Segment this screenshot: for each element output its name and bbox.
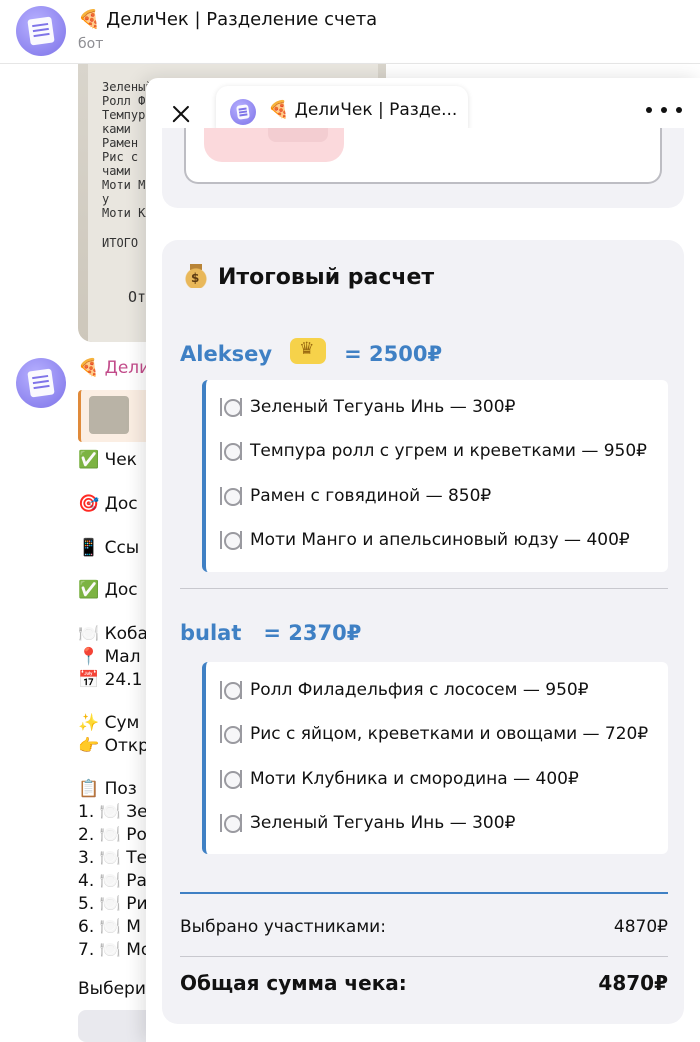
message-line: ✅ Дос <box>78 580 138 600</box>
mini-app-title: 🍕 ДелиЧек | Разде... <box>268 100 458 120</box>
plate-icon <box>220 768 242 790</box>
receipt-icon <box>27 368 55 398</box>
totals-divider <box>180 892 668 894</box>
plate-icon <box>220 723 242 745</box>
bot-avatar <box>230 99 256 125</box>
selected-total-row: Выбрано участниками: 4870₽ <box>180 917 668 937</box>
selected-value: 4870₽ <box>613 917 668 937</box>
chat-header: 🍕 ДелиЧек | Разделение счета бот <box>0 0 700 64</box>
message-line: 3. 🍽️ Те <box>78 848 148 868</box>
plate-icon <box>220 679 242 701</box>
item-text: Зеленый Тегуань Инь — 300₽ <box>250 397 516 417</box>
receipt-preview-card <box>162 128 684 208</box>
list-item: Темпура ролл с угрем и креветками — 950₽ <box>220 440 647 462</box>
bot-avatar[interactable] <box>16 358 66 408</box>
list-item: Моти Клубника и смородина — 400₽ <box>220 768 579 790</box>
divider <box>180 956 668 957</box>
message-line: 📱 Ссы <box>78 538 140 558</box>
participant-header: bulat = 2370₽ <box>180 621 361 645</box>
message-line: Выбери <box>78 979 146 999</box>
chat-subtitle: бот <box>78 36 104 52</box>
message-line: 1. 🍽️ Зе <box>78 802 148 822</box>
participant-total: = 2370₽ <box>263 621 362 645</box>
receipt-line: ками <box>102 122 131 136</box>
message-line: 2. 🍽️ Ро <box>78 825 147 845</box>
message-line: 📋 Поз <box>78 779 137 799</box>
item-text: Рис с яйцом, креветками и овощами — 720₽ <box>250 724 649 744</box>
plate-icon <box>220 440 242 462</box>
list-item: Моти Манго и апельсиновый юдзу — 400₽ <box>220 529 630 551</box>
participant-name: bulat <box>180 621 242 645</box>
message-line: 👉 Откр <box>78 736 149 756</box>
list-item: Зеленый Тегуань Инь — 300₽ <box>220 812 515 834</box>
item-text: Ролл Филадельфия с лососем — 950₽ <box>250 680 589 700</box>
message-line: ✅ Чек <box>78 450 137 470</box>
message-line: 🍽️ Коба <box>78 624 148 644</box>
mini-app-panel: 🍕 ДелиЧек | Разде... Итоговый расчет Ale… <box>146 78 700 1042</box>
list-item: Ролл Филадельфия с лососем — 950₽ <box>220 679 589 701</box>
item-text: Моти Манго и апельсиновый юдзу — 400₽ <box>250 530 630 550</box>
list-item: Рис с яйцом, креветками и овощами — 720₽ <box>220 723 648 745</box>
grand-total-row: Общая сумма чека: 4870₽ <box>180 971 668 995</box>
message-line: 🎯 Дос <box>78 494 138 514</box>
item-text: Темпура ролл с угрем и креветками — 950₽ <box>250 441 647 461</box>
summary-card: Итоговый расчет Aleksey = 2500₽ Зеленый Т… <box>162 240 684 1024</box>
reply-thumbnail <box>89 396 129 434</box>
message-line: 4. 🍽️ Ра <box>78 871 147 891</box>
participant-header: Aleksey = 2500₽ <box>180 338 442 366</box>
preview-button[interactable] <box>204 128 344 162</box>
plate-icon <box>220 396 242 418</box>
crown-icon <box>290 338 327 364</box>
message-sender[interactable]: 🍕 Дели <box>78 358 150 378</box>
receipt-line: у <box>102 192 110 206</box>
message-line: 📅 24.1 <box>78 670 143 690</box>
divider <box>180 588 668 589</box>
item-text: Рамен с говядиной — 850₽ <box>250 486 492 506</box>
summary-title: Итоговый расчет <box>184 262 434 290</box>
receipt-line: От <box>128 288 147 306</box>
message-line: 7. 🍽️ Мо <box>78 940 152 960</box>
summary-title-text: Итоговый расчет <box>218 265 435 290</box>
message-line: 5. 🍽️ Ри <box>78 894 148 914</box>
plate-icon <box>220 529 242 551</box>
grand-total-label: Общая сумма чека: <box>180 971 407 995</box>
receipt-icon <box>27 16 55 46</box>
money-bag-icon <box>184 262 208 288</box>
bot-avatar[interactable] <box>16 6 66 56</box>
receipt-preview-frame <box>184 128 662 184</box>
list-item: Рамен с говядиной — 850₽ <box>220 485 491 507</box>
item-text: Зеленый Тегуань Инь — 300₽ <box>250 813 516 833</box>
item-text: Моти Клубника и смородина — 400₽ <box>250 769 579 789</box>
selected-label: Выбрано участниками: <box>180 917 386 937</box>
list-item: Зеленый Тегуань Инь — 300₽ <box>220 396 515 418</box>
receipt-line: чами <box>102 164 131 178</box>
receipt-icon <box>236 104 250 120</box>
more-menu-icon[interactable] <box>646 100 682 120</box>
message-line: 6. 🍽️ М <box>78 917 141 937</box>
plate-icon <box>220 812 242 834</box>
grand-total-value: 4870₽ <box>598 971 668 995</box>
message-line: 📍 Мал <box>78 647 141 667</box>
plate-icon <box>220 485 242 507</box>
participant-total: = 2500₽ <box>344 342 443 366</box>
participant-items: Зеленый Тегуань Инь — 300₽ Темпура ролл … <box>202 380 668 572</box>
participant-items: Ролл Филадельфия с лососем — 950₽ Рис с … <box>202 662 668 854</box>
participant-name: Aleksey <box>180 342 273 366</box>
message-line: ✨ Сум <box>78 713 140 733</box>
chat-title[interactable]: 🍕 ДелиЧек | Разделение счета <box>78 9 377 30</box>
